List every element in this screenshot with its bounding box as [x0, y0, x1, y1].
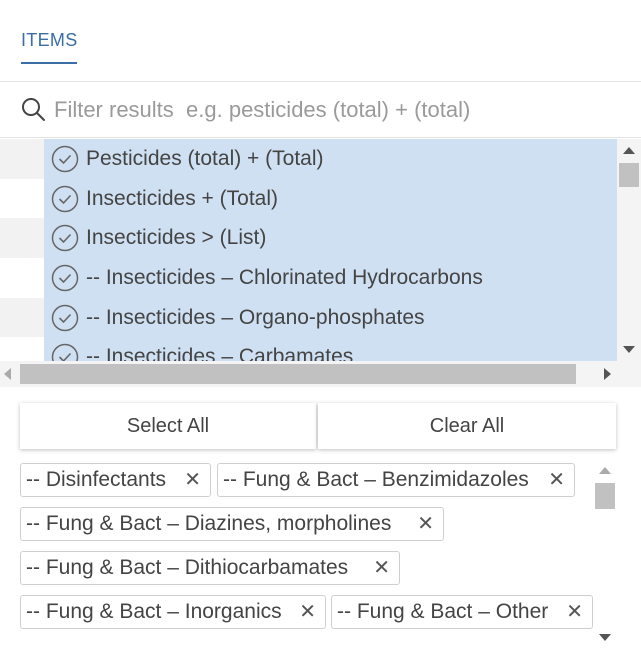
list-item[interactable]: -- Insecticides – Organo-phosphates — [0, 297, 617, 338]
chips-vertical-scrollbar[interactable] — [593, 459, 617, 649]
chip-label: -- Fung & Bact – Diazines, morpholines — [26, 512, 392, 535]
tab-items[interactable]: ITEMS — [21, 30, 78, 51]
list-item[interactable]: -- Insecticides – Carbamates — [0, 337, 617, 361]
list-item-label: -- Insecticides – Carbamates — [86, 345, 354, 361]
list-item-label: -- Insecticides – Chlorinated Hydrocarbo… — [86, 266, 483, 290]
scroll-up-icon[interactable] — [599, 467, 611, 474]
search-icon — [22, 98, 45, 121]
list-item[interactable]: Pesticides (total) + (Total) — [0, 139, 617, 179]
check-circle-icon[interactable] — [51, 224, 79, 252]
chip-label: -- Disinfectants — [26, 468, 167, 491]
list-vertical-scrollbar[interactable] — [617, 139, 641, 361]
check-circle-icon[interactable] — [51, 264, 79, 292]
close-icon[interactable]: ✕ — [548, 464, 565, 496]
selected-chip: -- Fung & Bact – Dithiocarbamates ✕ — [20, 551, 400, 585]
scroll-corner — [617, 361, 641, 387]
scroll-down-icon[interactable] — [623, 346, 635, 353]
selected-chip: -- Fung & Bact – Other ✕ — [331, 595, 593, 629]
check-circle-icon[interactable] — [51, 343, 79, 361]
chip-label: -- Fung & Bact – Other — [337, 600, 549, 623]
bulk-actions: Select All Clear All — [20, 403, 616, 449]
list-item-label: Insecticides + (Total) — [86, 186, 278, 210]
row-gutter — [0, 139, 44, 179]
selected-chip: -- Fung & Bact – Inorganics ✕ — [20, 595, 326, 629]
row-gutter — [0, 218, 44, 259]
selected-items: -- Disinfectants ✕ -- Fung & Bact – Benzim… — [0, 459, 641, 659]
filter-bar — [0, 83, 641, 138]
list-item-label: Pesticides (total) + (Total) — [86, 147, 324, 170]
row-gutter — [0, 258, 44, 298]
selected-chip: -- Fung & Bact – Diazines, morpholines ✕ — [20, 507, 444, 541]
list-item-label: Insecticides > (List) — [86, 226, 267, 250]
close-icon[interactable]: ✕ — [299, 596, 316, 628]
list-item[interactable]: Insecticides > (List) — [0, 218, 617, 259]
row-gutter — [0, 337, 44, 361]
items-list: Pesticides (total) + (Total) Insecticides… — [0, 139, 641, 387]
list-item[interactable]: -- Insecticides – Chlorinated Hydrocarbo… — [0, 258, 617, 298]
selected-chip: -- Disinfectants ✕ — [20, 463, 211, 497]
scroll-up-icon[interactable] — [623, 147, 635, 154]
items-list-rows: Pesticides (total) + (Total) Insecticides… — [0, 139, 617, 361]
scroll-right-icon[interactable] — [604, 368, 611, 380]
select-all-button[interactable]: Select All — [20, 403, 316, 449]
chip-label: -- Fung & Bact – Benzimidazoles — [223, 468, 529, 491]
close-icon[interactable]: ✕ — [184, 464, 201, 496]
row-gutter — [0, 297, 44, 338]
list-item-label: -- Insecticides – Organo-phosphates — [86, 305, 425, 329]
scroll-left-icon[interactable] — [4, 368, 11, 380]
tab-bar: ITEMS — [0, 0, 641, 82]
check-circle-icon[interactable] — [51, 304, 79, 332]
scroll-thumb[interactable] — [20, 364, 576, 384]
scroll-thumb[interactable] — [595, 483, 615, 509]
list-item[interactable]: Insecticides + (Total) — [0, 178, 617, 219]
close-icon[interactable]: ✕ — [417, 508, 434, 540]
clear-all-button[interactable]: Clear All — [318, 403, 616, 449]
close-icon[interactable]: ✕ — [566, 596, 583, 628]
check-circle-icon[interactable] — [51, 145, 79, 173]
chip-label: -- Fung & Bact – Dithiocarbamates — [26, 556, 349, 579]
check-circle-icon[interactable] — [51, 185, 79, 213]
chip-label: -- Fung & Bact – Inorganics — [26, 600, 282, 623]
scroll-down-icon[interactable] — [599, 634, 611, 641]
close-icon[interactable]: ✕ — [373, 552, 390, 584]
list-horizontal-scrollbar[interactable] — [0, 361, 617, 387]
filter-input[interactable] — [54, 93, 624, 127]
active-tab-indicator — [21, 62, 77, 64]
row-gutter — [0, 179, 44, 219]
selected-chip: -- Fung & Bact – Benzimidazoles ✕ — [217, 463, 575, 497]
scroll-thumb[interactable] — [619, 163, 639, 187]
